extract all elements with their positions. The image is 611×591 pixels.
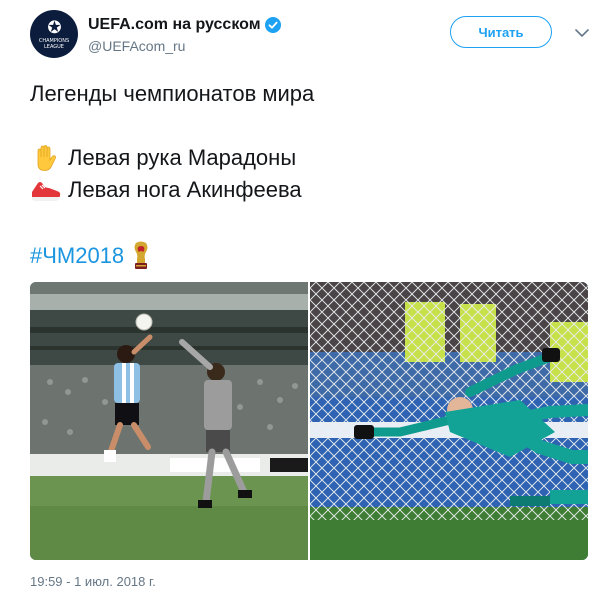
raised-hand-emoji-icon <box>37 145 56 171</box>
avatar-label: CHAMPIONS LEAGUE <box>38 37 70 50</box>
sneaker-emoji-icon <box>32 182 61 201</box>
hashtag-link[interactable]: #ЧМ2018 <box>30 243 124 269</box>
tweet-media <box>30 282 588 560</box>
photo-maradona-hand[interactable] <box>30 282 308 560</box>
photo-akinfeev-save[interactable] <box>310 282 588 560</box>
avatar[interactable]: ✪ CHAMPIONS LEAGUE <box>30 10 78 58</box>
display-name[interactable]: UEFA.com на русском <box>88 16 261 34</box>
name-row: UEFA.com на русском <box>88 16 281 34</box>
follow-button[interactable]: Читать <box>450 16 552 48</box>
tweet-line-hand-text: Левая рука Марадоны <box>68 145 297 170</box>
verified-badge-icon <box>264 17 281 33</box>
tweet-line-title: Легенды чемпионатов мира <box>30 81 315 106</box>
tweet-header: ✪ CHAMPIONS LEAGUE UEFA.com на русском @… <box>30 10 595 60</box>
user-handle[interactable]: @UEFAcom_ru <box>88 38 185 54</box>
tweet-timestamp[interactable]: 19:59 - 1 июл. 2018 г. <box>30 574 156 589</box>
hashtag-row: #ЧМ2018 <box>30 241 152 271</box>
chevron-down-icon[interactable] <box>575 28 589 38</box>
world-cup-trophy-icon <box>134 241 148 269</box>
tweet-line-foot-text: Левая нога Акинфеева <box>68 177 302 202</box>
tweet-line-hand: Левая рука Марадоны <box>30 145 296 171</box>
tweet-line-foot: Левая нога Акинфеева <box>30 177 302 203</box>
starball-logo-icon: ✪ <box>47 17 61 37</box>
